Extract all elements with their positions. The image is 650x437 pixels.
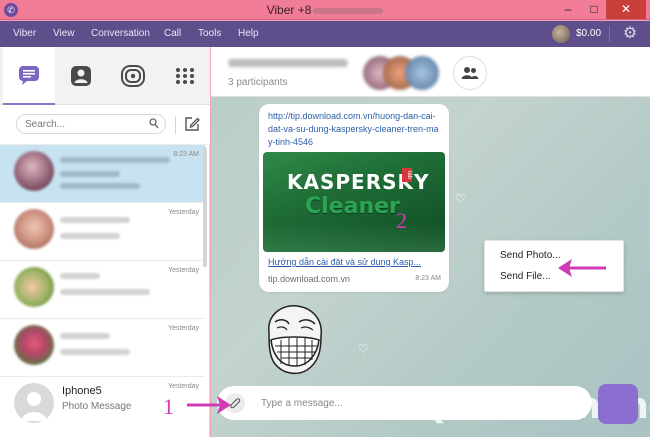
divider [175, 116, 176, 134]
conversation-time: Yesterday [168, 383, 199, 390]
search-box[interactable] [16, 114, 166, 134]
compose-icon[interactable] [183, 115, 201, 133]
menu-view[interactable]: View [53, 28, 75, 39]
conversation-list: 8:23 AM Yesterday Yesterday Yesterday Ip… [0, 145, 205, 437]
user-avatar[interactable] [552, 25, 570, 43]
conversation-item[interactable]: Iphone5 Photo Message Yesterday [0, 377, 205, 437]
menu-call[interactable]: Call [164, 28, 181, 39]
last-message-preview: Photo Message [62, 401, 132, 412]
preview-lab: lab [402, 168, 412, 182]
conversation-item[interactable]: Yesterday [0, 203, 205, 261]
contact-avatar [14, 267, 54, 307]
tab-chats[interactable] [3, 47, 55, 105]
contact-avatar [14, 151, 54, 191]
minimize-button[interactable]: – [556, 0, 580, 19]
menu-viber[interactable]: Viber [13, 28, 36, 39]
troll-face-sticker[interactable] [261, 302, 327, 378]
chat-panel: 3 participants http://tip.download.com.v… [211, 47, 650, 437]
sidebar-tabs [0, 47, 210, 105]
message-time: 8:23 AM [415, 275, 441, 282]
default-avatar-icon [14, 383, 54, 423]
tab-public-chats[interactable] [107, 47, 159, 105]
like-heart-icon[interactable]: ♡ [358, 342, 369, 356]
group-icon [461, 67, 479, 79]
menu-bar: Viber View Conversation Call Tools Help … [0, 21, 650, 47]
close-button[interactable]: ✕ [606, 0, 646, 19]
chat-title [228, 59, 348, 67]
preview-product: Cleaner [305, 194, 400, 219]
conversation-time: Yesterday [168, 209, 199, 216]
send-photo-option[interactable]: Send Photo... [500, 250, 561, 261]
message-box[interactable]: Quantrimang [217, 386, 650, 427]
annotation-arrow [187, 396, 231, 414]
chat-header: 3 participants [211, 47, 650, 97]
conversation-item[interactable]: Yesterday [0, 319, 205, 377]
maximize-button[interactable]: □ [582, 0, 606, 19]
balance[interactable]: $0.00 [576, 28, 601, 39]
annotation-label-1: 1 [163, 394, 174, 419]
link-message: http://tip.download.com.vn/huong-dan-cai… [259, 104, 449, 292]
contact-avatar [14, 325, 54, 365]
conversation-item[interactable]: 8:23 AM [0, 145, 205, 203]
contact-name: Iphone5 [62, 385, 102, 397]
chats-icon [19, 66, 39, 85]
search-input[interactable] [25, 118, 145, 131]
link-domain: tip.download.com.vn [268, 274, 351, 284]
conversation-item[interactable]: Yesterday [0, 261, 205, 319]
link-title[interactable]: Hướng dẫn cài đặt và sử dụng Kasp... [268, 257, 440, 267]
search-icon [149, 118, 159, 129]
like-heart-icon[interactable]: ♡ [455, 192, 466, 206]
send-button[interactable] [598, 384, 638, 424]
tab-contacts[interactable] [55, 47, 107, 105]
tab-dialpad[interactable] [159, 47, 211, 105]
menu-help[interactable]: Help [238, 28, 259, 39]
public-chats-icon [121, 65, 145, 87]
annotation-label-2: 2 [396, 208, 407, 233]
link-preview-image[interactable]: KASPERSKY lab Cleaner [263, 152, 445, 252]
menu-conversation[interactable]: Conversation [91, 28, 150, 39]
group-info-button[interactable] [453, 56, 487, 90]
send-file-option[interactable]: Send File... [500, 271, 551, 282]
message-link[interactable]: http://tip.download.com.vn/huong-dan-cai… [268, 110, 440, 149]
scrollbar[interactable] [203, 147, 207, 267]
annotation-arrow [558, 259, 606, 277]
menu-tools[interactable]: Tools [198, 28, 221, 39]
sidebar: 8:23 AM Yesterday Yesterday Yesterday [0, 47, 210, 437]
contacts-icon [71, 66, 91, 86]
contact-avatar [14, 209, 54, 249]
dialpad-icon [176, 68, 194, 84]
divider [609, 26, 610, 42]
participant-avatar[interactable] [405, 56, 439, 90]
gear-icon[interactable]: ⚙ [619, 23, 641, 45]
message-input-bar: Quantrimang [211, 384, 650, 437]
title-bar: ✆ Viber +8 – □ ✕ [0, 0, 650, 20]
search-row [0, 105, 210, 145]
conversation-time: Yesterday [168, 267, 199, 274]
window-title: Viber +8 [0, 3, 650, 17]
participants-count: 3 participants [228, 77, 288, 88]
conversation-time: Yesterday [168, 325, 199, 332]
conversation-time: 8:23 AM [173, 151, 199, 158]
